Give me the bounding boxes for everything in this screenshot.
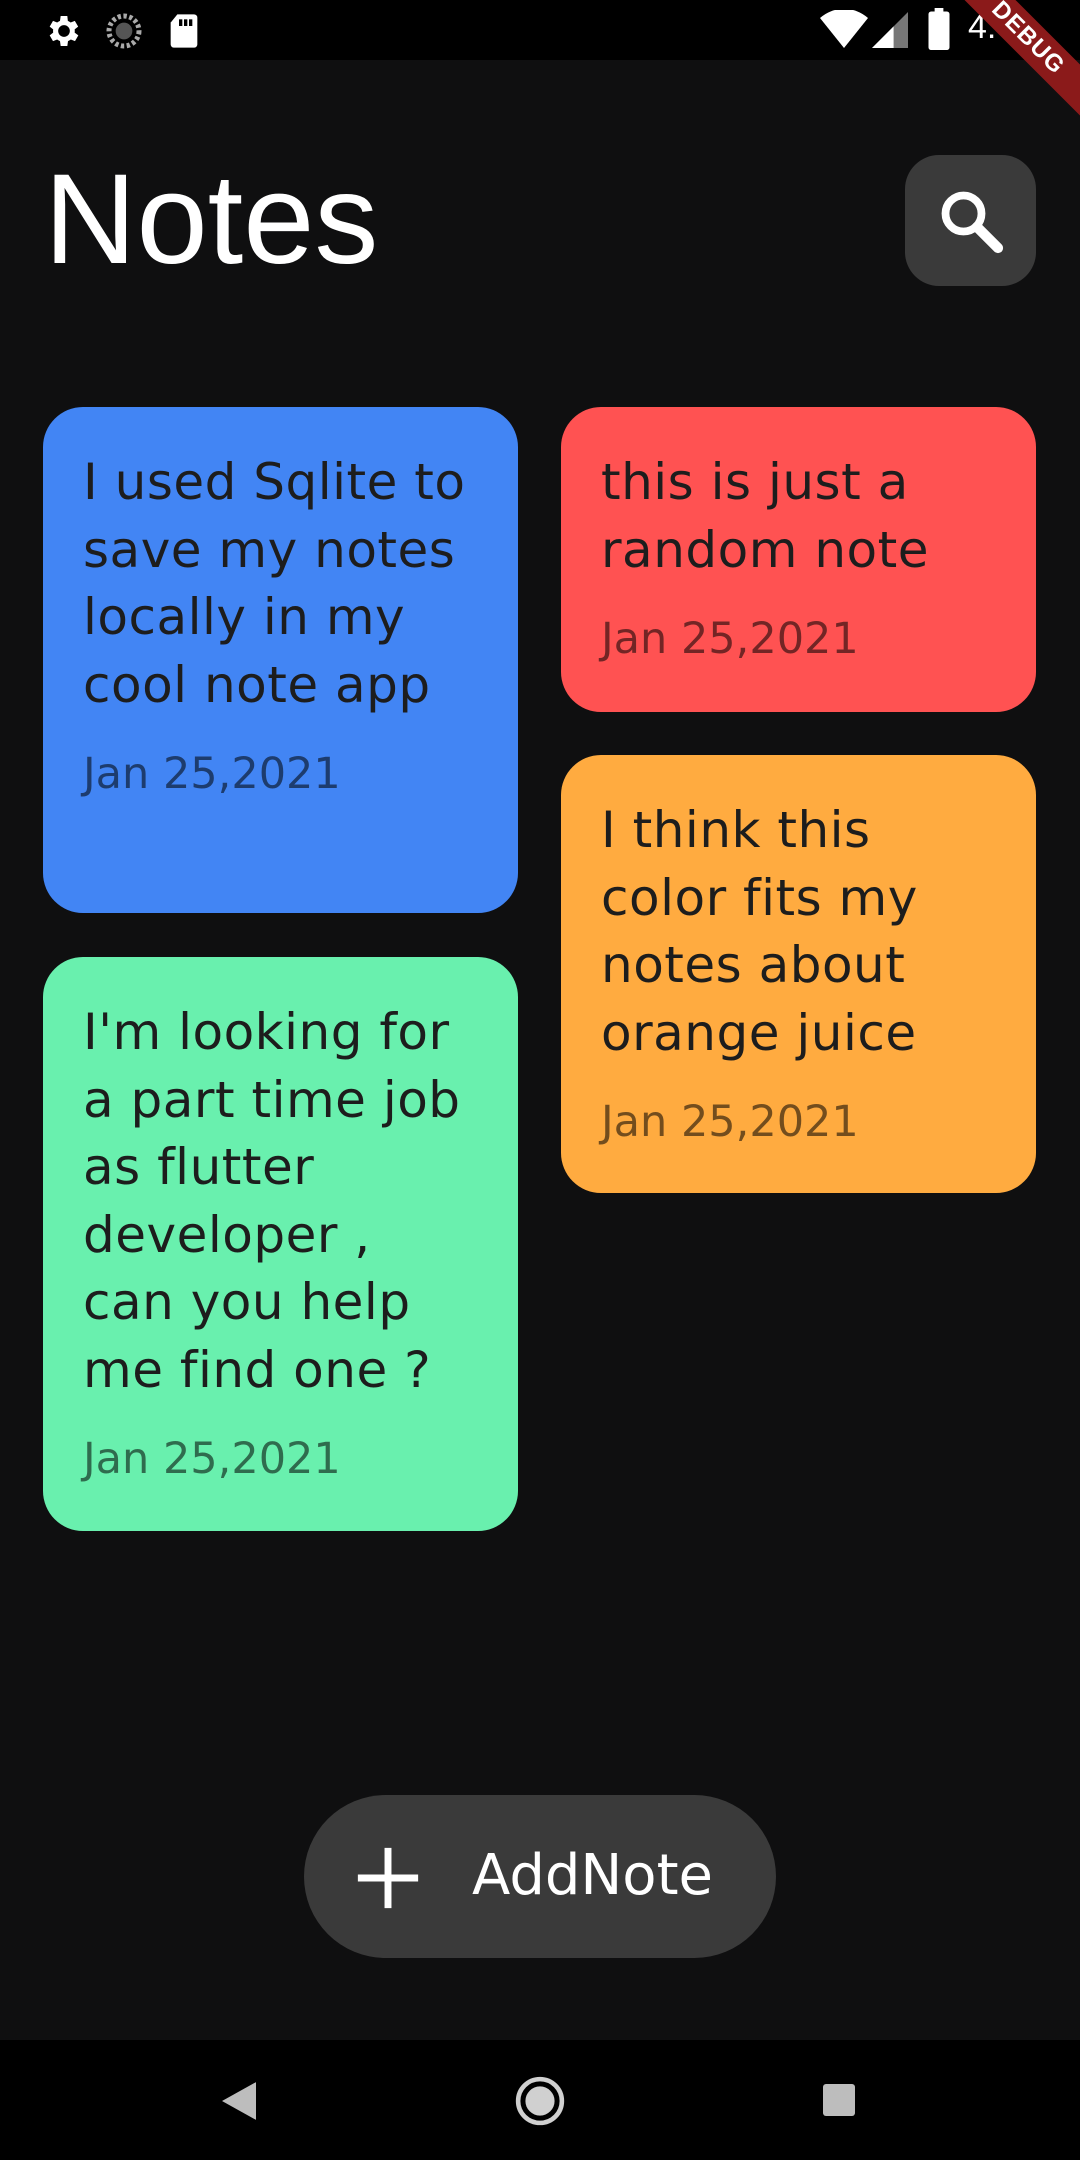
- navigation-bar: [0, 2040, 1080, 2160]
- note-text: I used Sqlite to save my notes locally i…: [83, 453, 466, 714]
- note-date: Jan 25,2021: [601, 1097, 859, 1147]
- note-card-2[interactable]: this is just a random note Jan 25,2021: [561, 407, 1036, 712]
- search-button[interactable]: [905, 155, 1036, 286]
- search-icon: [941, 191, 1003, 253]
- sd-card-icon: [166, 11, 202, 55]
- note-date: Jan 25,2021: [83, 749, 341, 799]
- note-text: I think this color fits my notes about o…: [601, 801, 918, 1062]
- note-date: Jan 25,2021: [601, 614, 859, 664]
- settings-icon: [44, 11, 84, 55]
- status-bar: 4:49: [0, 0, 1080, 60]
- note-card-1[interactable]: I used Sqlite to save my notes locally i…: [43, 407, 518, 913]
- note-text: this is just a random note: [601, 453, 929, 579]
- note-card-3[interactable]: I think this color fits my notes about o…: [561, 755, 1036, 1193]
- signal-icon: [872, 10, 908, 54]
- sync-icon: [104, 11, 144, 55]
- add-note-label: AddNote: [472, 1843, 713, 1908]
- home-icon[interactable]: [515, 2076, 565, 2130]
- back-icon[interactable]: [222, 2082, 256, 2124]
- notes-screen: 4:49 DEBUG Notes I used Sqlite to save m…: [0, 0, 1080, 2160]
- recents-icon[interactable]: [823, 2084, 855, 2120]
- note-date: Jan 25,2021: [83, 1434, 341, 1484]
- note-card-4[interactable]: I'm looking for a part time job as flutt…: [43, 957, 518, 1531]
- note-text: I'm looking for a part time job as flutt…: [83, 1003, 461, 1399]
- battery-icon: [928, 8, 950, 54]
- page-title: Notes: [44, 148, 379, 291]
- wifi-icon: [820, 8, 868, 54]
- add-note-button[interactable]: AddNote: [304, 1795, 776, 1958]
- plus-icon: [357, 1847, 419, 1909]
